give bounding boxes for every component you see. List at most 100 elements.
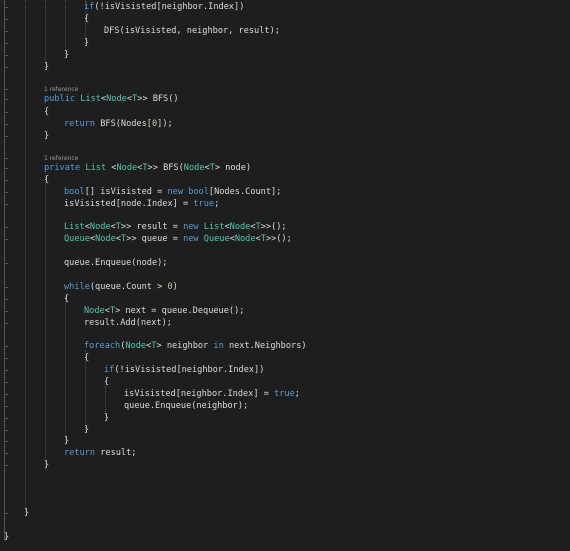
code-line: } <box>104 412 109 424</box>
code-line: } <box>4 531 9 543</box>
code-token: >>(); <box>265 234 292 244</box>
fold-marker[interactable] <box>4 382 8 383</box>
code-token: { <box>84 353 90 363</box>
codelens-text: 1 reference <box>44 155 79 162</box>
code-token: (!isVisisted[neighbor.Index]) <box>114 365 265 375</box>
code-token: } <box>44 131 50 141</box>
code-line: } <box>44 61 49 73</box>
code-token: while <box>64 282 90 292</box>
indent-guide <box>45 168 46 466</box>
code-token: queue.Enqueue(node); <box>64 258 168 268</box>
code-token: Node <box>229 222 251 232</box>
code-line: { <box>64 293 69 305</box>
code-token: { <box>44 107 50 117</box>
fold-marker[interactable] <box>4 263 8 264</box>
fold-marker[interactable] <box>4 43 8 44</box>
fold-marker[interactable] <box>4 323 8 324</box>
code-token: return <box>64 119 101 129</box>
fold-marker[interactable] <box>4 513 8 514</box>
fold-marker[interactable] <box>4 227 8 228</box>
code-token: Node <box>234 234 256 244</box>
code-token: ; <box>294 389 300 399</box>
fold-marker[interactable] <box>4 239 8 240</box>
code-token: Queue <box>203 234 230 244</box>
code-line: public List<Node<T>> BFS() <box>44 93 179 105</box>
fold-marker[interactable] <box>4 168 8 169</box>
code-token: >> result = <box>120 222 184 232</box>
fold-marker[interactable] <box>4 299 8 300</box>
code-token: Node <box>95 234 116 244</box>
fold-marker[interactable] <box>4 136 8 137</box>
code-line: } <box>44 459 49 471</box>
fold-marker[interactable] <box>4 192 8 193</box>
fold-marker[interactable] <box>4 31 8 32</box>
fold-marker[interactable] <box>4 465 8 466</box>
code-token: queue.Enqueue(neighbor); <box>124 401 249 411</box>
code-token: foreach <box>84 341 121 351</box>
fold-marker[interactable] <box>4 406 8 407</box>
code-line: Queue<Node<T>> queue = new Queue<Node<T>… <box>64 233 292 245</box>
fold-marker[interactable] <box>4 370 8 371</box>
code-line: queue.Enqueue(neighbor); <box>124 400 248 412</box>
code-token: >>(); <box>260 222 287 232</box>
fold-marker[interactable] <box>4 311 8 312</box>
code-line: isVisisted[node.Index] = true; <box>64 198 219 210</box>
fold-marker[interactable] <box>4 99 8 100</box>
code-token: } <box>104 413 110 423</box>
indent-guide <box>65 296 66 442</box>
fold-marker[interactable] <box>4 453 8 454</box>
fold-marker[interactable] <box>4 287 8 288</box>
fold-marker[interactable] <box>4 358 8 359</box>
code-token: >> BFS() <box>137 94 179 104</box>
code-token: new <box>183 234 204 244</box>
code-token: new <box>183 222 204 232</box>
code-token: List <box>85 163 112 173</box>
fold-marker[interactable] <box>4 67 8 68</box>
code-token: >> BFS( <box>147 163 184 173</box>
fold-marker[interactable] <box>4 124 8 125</box>
code-token: private <box>44 163 86 173</box>
fold-marker[interactable] <box>4 19 8 20</box>
fold-marker[interactable] <box>4 441 8 442</box>
fold-marker[interactable] <box>4 55 8 56</box>
code-line: queue.Enqueue(node); <box>64 257 167 269</box>
code-token: true <box>274 389 295 399</box>
code-token: Queue <box>64 234 90 244</box>
code-token: isVisisted[neighbor.Index] = <box>124 389 275 399</box>
fold-marker[interactable] <box>4 180 8 181</box>
code-token: [Nodes.Count]; <box>208 187 282 197</box>
code-line: { <box>44 106 49 118</box>
code-token: } <box>24 508 30 518</box>
fold-marker[interactable] <box>4 158 8 159</box>
fold-marker[interactable] <box>4 394 8 395</box>
fold-marker[interactable] <box>4 7 8 8</box>
fold-marker[interactable] <box>4 204 8 205</box>
fold-marker[interactable] <box>4 89 8 90</box>
code-token: Node <box>106 94 127 104</box>
code-token: (queue.Count > <box>89 282 168 292</box>
code-token: next.Neighbors) <box>228 341 307 351</box>
fold-marker[interactable] <box>4 346 8 347</box>
code-token: public <box>44 94 81 104</box>
code-editor[interactable]: if(!isVisisted[neighbor.Index]){DFS(isVi… <box>0 0 570 551</box>
code-token: } <box>64 436 70 446</box>
code-token: result; <box>100 448 137 458</box>
code-token: List <box>64 222 85 232</box>
code-token: true <box>193 199 215 209</box>
code-line: Node<T> next = queue.Dequeue(); <box>84 305 244 317</box>
code-token: return <box>64 448 101 458</box>
code-line: { <box>84 13 89 25</box>
fold-margin <box>0 0 12 551</box>
code-line: { <box>44 174 49 186</box>
code-line: foreach(Node<T> neighbor in next.Neighbo… <box>84 340 307 352</box>
code-line: while(queue.Count > 0) <box>64 281 178 293</box>
code-token: result.Add(next); <box>84 318 172 328</box>
code-token: bool <box>188 187 209 197</box>
fold-marker[interactable] <box>4 112 8 113</box>
code-line: } <box>84 424 89 436</box>
fold-marker[interactable] <box>4 418 8 419</box>
code-token: if <box>84 2 95 12</box>
code-token: } <box>84 425 90 435</box>
fold-marker[interactable] <box>4 430 8 431</box>
code-token: Node <box>116 163 138 173</box>
